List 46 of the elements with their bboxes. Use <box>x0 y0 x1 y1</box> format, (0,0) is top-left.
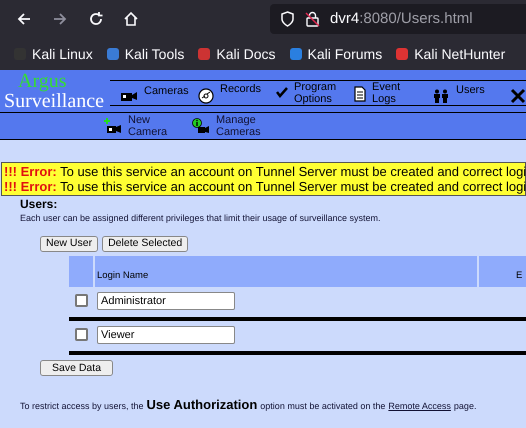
bookmark-link[interactable]: Kali NetHunter <box>394 44 506 64</box>
menu-item[interactable]: Event Logs <box>354 81 432 105</box>
bookmark-icon <box>288 46 304 62</box>
menu-item[interactable]: Records <box>198 82 276 104</box>
login-name-field[interactable]: Administrator <box>97 292 235 310</box>
document-icon <box>354 86 366 102</box>
add-camera-icon <box>104 118 122 134</box>
bookmark-link[interactable]: Kali Tools <box>104 44 184 64</box>
bookmark-link[interactable]: Kali Linux <box>12 44 93 64</box>
bookmark-link[interactable]: Kali Docs <box>196 44 276 64</box>
insecure-lock-icon <box>305 11 320 27</box>
section-title: Users: <box>20 197 58 211</box>
menu-item[interactable]: Users <box>432 84 510 102</box>
forward-icon[interactable] <box>52 11 68 27</box>
remote-access-link[interactable]: Remote Access <box>388 400 451 413</box>
address-bar[interactable]: dvr4:8080/Users.html <box>270 4 526 34</box>
checkmark-icon <box>276 86 288 98</box>
shield-icon <box>280 11 295 27</box>
submenu-item[interactable]: New Camera <box>104 114 178 138</box>
header-cell <box>69 256 93 286</box>
reload-icon[interactable] <box>88 11 104 27</box>
login-name-field[interactable]: Viewer <box>97 326 235 344</box>
url-text: dvr4:8080/Users.html <box>330 8 473 29</box>
row-checkbox[interactable] <box>75 294 88 307</box>
column-header: E <box>479 256 526 286</box>
bookmark-icon <box>394 46 410 62</box>
disc-icon <box>198 88 214 104</box>
argus-logo: Argus Surveillance <box>3 70 105 112</box>
bookmark-icon <box>196 46 212 62</box>
home-icon[interactable] <box>123 11 139 27</box>
row-checkbox[interactable] <box>75 328 88 341</box>
camera-icon <box>120 90 138 102</box>
camera-info-icon <box>192 118 210 134</box>
back-icon[interactable] <box>16 11 32 27</box>
bookmark-icon <box>104 46 121 62</box>
submenu-item[interactable]: Manage Cameras <box>192 114 266 138</box>
toolbar-button[interactable]: New User <box>40 236 98 252</box>
column-header: Login Name <box>95 256 477 286</box>
people-icon <box>432 88 450 102</box>
bookmark-link[interactable]: Kali Forums <box>288 44 382 64</box>
menu-item[interactable]: Cameras <box>120 84 198 102</box>
toolbar-button[interactable]: Delete Selected <box>102 236 188 252</box>
menu-item[interactable]: Program Options <box>276 81 354 105</box>
save-data-button[interactable]: Save Data <box>40 360 114 376</box>
section-description: Each user can be assigned different privileges that limit their usage of surveillance system. <box>20 212 382 225</box>
footer-note: To restrict access by users, the Use Authorization option must be activated on the Remote Access page. <box>20 396 478 414</box>
